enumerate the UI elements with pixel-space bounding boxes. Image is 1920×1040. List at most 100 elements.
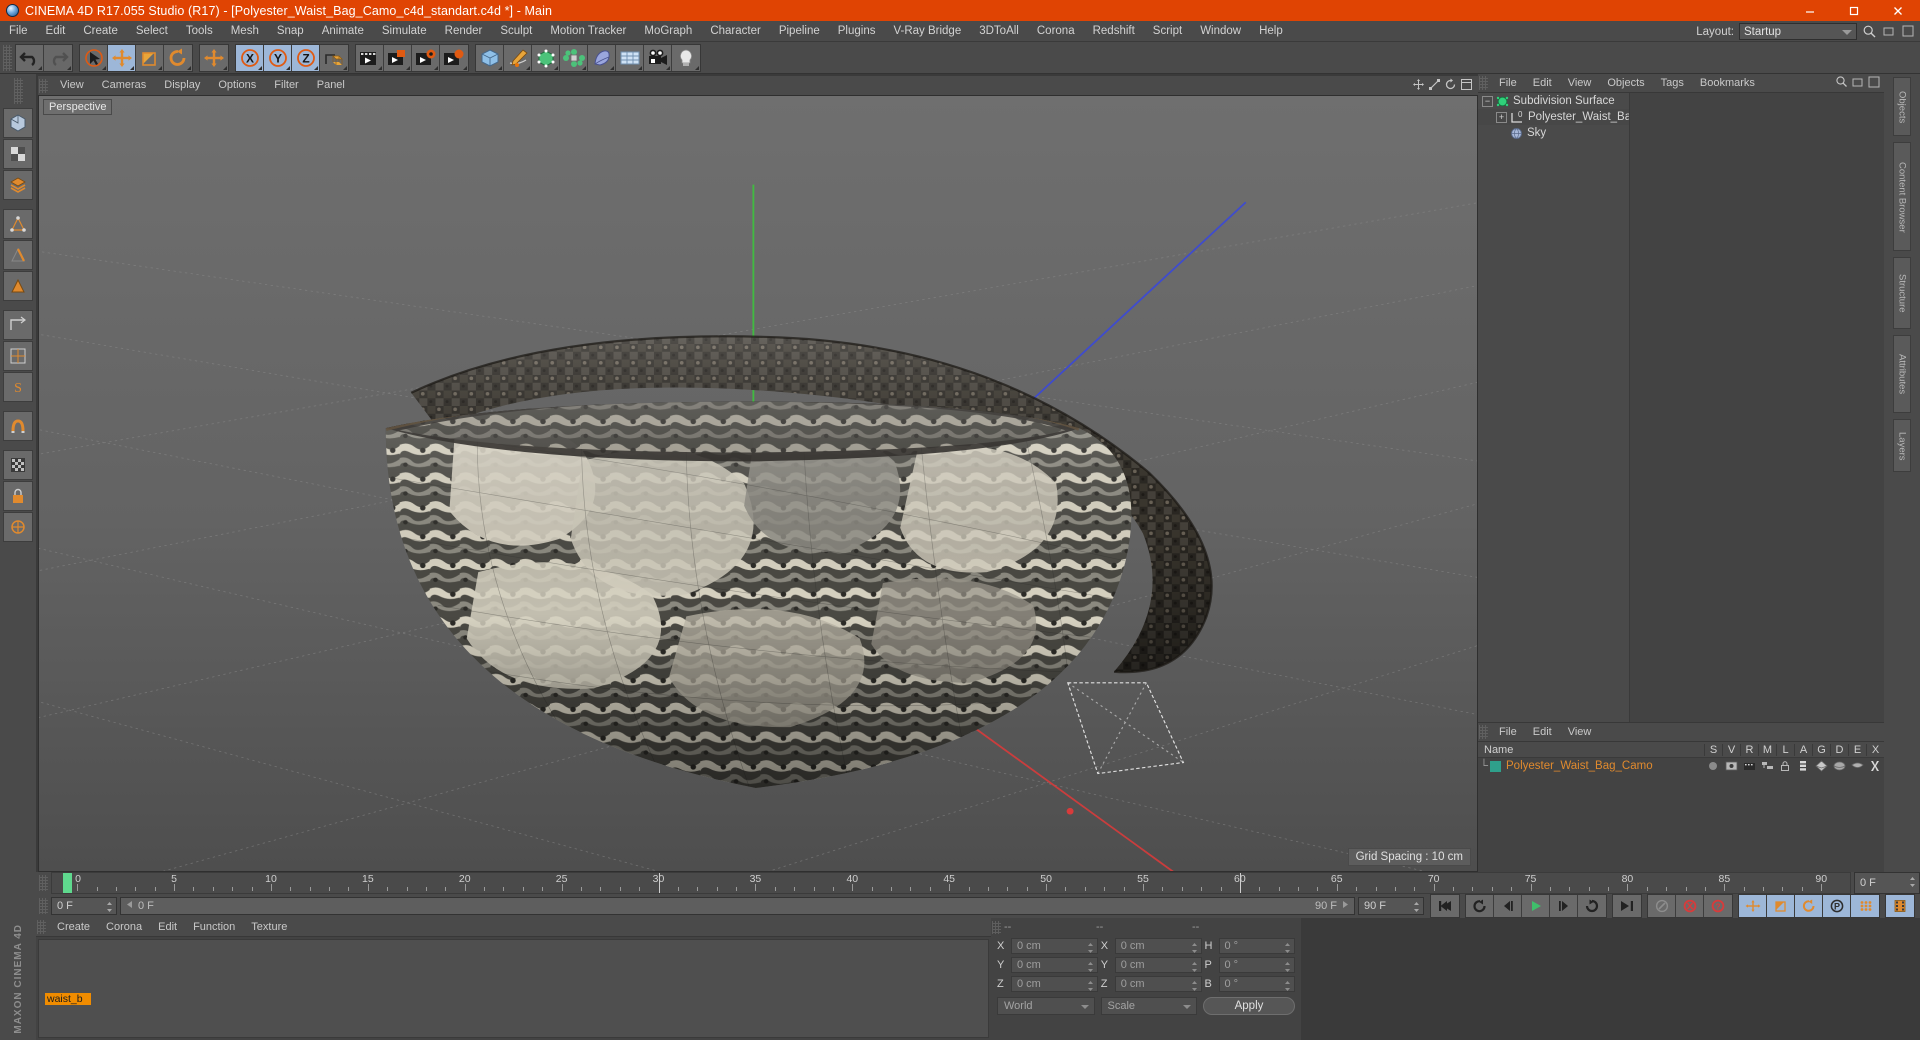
mode-model-icon[interactable] xyxy=(3,170,33,200)
axis-z-icon[interactable]: Z xyxy=(292,44,320,71)
attribute-column-s[interactable]: S xyxy=(1704,743,1722,756)
spinner-icon[interactable] xyxy=(1284,961,1291,973)
spinner-icon[interactable] xyxy=(1413,901,1420,913)
spline-pen-icon[interactable] xyxy=(504,44,532,71)
layout-dropdown[interactable]: Startup xyxy=(1739,23,1857,40)
coordinate-mode-select[interactable]: Scale xyxy=(1100,997,1197,1015)
attribute-column-m[interactable]: M xyxy=(1758,743,1776,756)
restore-panel-icon[interactable] xyxy=(1883,25,1897,39)
left-toolbar-grip[interactable] xyxy=(13,78,23,104)
mode-texture-icon[interactable] xyxy=(3,139,33,169)
world-coordinates-icon[interactable] xyxy=(320,44,348,71)
viewport-maximize-icon[interactable] xyxy=(1460,78,1473,94)
om-maximize-icon[interactable] xyxy=(1868,76,1880,91)
spinner-icon[interactable] xyxy=(1191,980,1198,992)
enable-axis-icon[interactable] xyxy=(3,512,33,542)
magnifier-icon[interactable] xyxy=(1862,24,1878,40)
viewport-solo-icon[interactable] xyxy=(3,450,33,480)
transport-grip[interactable] xyxy=(39,898,48,914)
mat-menu-create[interactable]: Create xyxy=(49,918,98,937)
right-tab-layers[interactable]: Layers xyxy=(1893,419,1911,473)
viewport-scale-icon[interactable] xyxy=(1428,78,1441,94)
object-manager-grip[interactable] xyxy=(1479,76,1488,90)
menu-item-file[interactable]: File xyxy=(0,21,37,42)
camera-icon[interactable] xyxy=(644,44,672,71)
attribute-column-r[interactable]: R xyxy=(1740,743,1758,756)
loop-icon[interactable] xyxy=(1578,895,1606,917)
menu-item-mograph[interactable]: MoGraph xyxy=(635,21,701,42)
expression-icon[interactable] xyxy=(1848,760,1866,772)
text-tool-icon[interactable]: S xyxy=(3,372,33,402)
position-key-icon[interactable] xyxy=(1739,895,1767,917)
spinner-icon[interactable] xyxy=(1087,980,1094,992)
spinner-icon[interactable] xyxy=(106,901,113,913)
menu-item-plugins[interactable]: Plugins xyxy=(829,21,885,42)
array-modeling-icon[interactable] xyxy=(560,44,588,71)
om-menu-edit[interactable]: Edit xyxy=(1525,74,1560,93)
viewport-menu-panel[interactable]: Panel xyxy=(308,76,354,95)
menu-item-tools[interactable]: Tools xyxy=(177,21,222,42)
coord-size-field[interactable]: 0 cm xyxy=(1114,976,1202,992)
play-reverse-icon[interactable] xyxy=(1466,895,1494,917)
object-tree[interactable]: −Subdivision Surface✓+0Polyester_Waist_B… xyxy=(1478,93,1884,722)
spinner-icon[interactable] xyxy=(1087,961,1094,973)
multipass-icon[interactable] xyxy=(1758,760,1776,772)
mode-point-icon[interactable] xyxy=(3,209,33,239)
coord-rotation-field[interactable]: 0 ° xyxy=(1218,976,1295,992)
timeline-frame-field[interactable]: 0 F xyxy=(1854,872,1920,894)
step-back-icon[interactable] xyxy=(1494,895,1522,917)
om-menu-objects[interactable]: Objects xyxy=(1599,74,1652,93)
spinner-icon[interactable] xyxy=(1087,942,1094,954)
attribute-column-g[interactable]: G xyxy=(1812,743,1830,756)
cube-primitive-icon[interactable] xyxy=(476,44,504,71)
scale-key-icon[interactable] xyxy=(1767,895,1795,917)
menu-item-create[interactable]: Create xyxy=(74,21,127,42)
am-menu-edit[interactable]: Edit xyxy=(1525,723,1560,742)
keyframe-selection-icon[interactable]: ? xyxy=(1704,895,1732,917)
timeline-ruler[interactable]: 051015202530354045505560657075808590 xyxy=(51,872,1851,894)
scale-icon[interactable] xyxy=(136,44,164,71)
range-next-icon[interactable] xyxy=(1341,900,1350,912)
play-icon[interactable] xyxy=(1522,895,1550,917)
redo-icon[interactable] xyxy=(44,44,72,71)
spinner-icon[interactable] xyxy=(1191,942,1198,954)
coord-position-field[interactable]: 0 cm xyxy=(1011,957,1098,973)
om-restore-icon[interactable] xyxy=(1852,76,1864,91)
menu-item-script[interactable]: Script xyxy=(1144,21,1191,42)
spinner-icon[interactable] xyxy=(1284,980,1291,992)
menu-item-animate[interactable]: Animate xyxy=(313,21,373,42)
coordinates-grip[interactable] xyxy=(992,920,1001,934)
menu-item-sculpt[interactable]: Sculpt xyxy=(491,21,541,42)
range-prev-icon[interactable] xyxy=(125,900,134,912)
render-view-icon[interactable] xyxy=(356,44,384,71)
parameter-key-icon[interactable]: P xyxy=(1823,895,1851,917)
viewport-menu-grip[interactable] xyxy=(39,78,48,93)
axis-lock-icon[interactable] xyxy=(3,481,33,511)
xref-icon[interactable] xyxy=(1866,760,1884,772)
mat-menu-function[interactable]: Function xyxy=(185,918,243,937)
attribute-column-d[interactable]: D xyxy=(1830,743,1848,756)
record-active-objects-icon[interactable] xyxy=(1648,895,1676,917)
mat-menu-texture[interactable]: Texture xyxy=(243,918,295,937)
axis-x-icon[interactable]: X xyxy=(236,44,264,71)
coord-size-field[interactable]: 0 cm xyxy=(1114,938,1202,954)
goto-start-icon[interactable] xyxy=(1431,895,1459,917)
menu-item-select[interactable]: Select xyxy=(127,21,177,42)
viewport-rotate-icon[interactable] xyxy=(1444,78,1457,94)
live-selection-icon[interactable] xyxy=(80,44,108,71)
nurbs-icon[interactable] xyxy=(532,44,560,71)
shadow-icon[interactable] xyxy=(1704,760,1722,772)
render-region-icon[interactable] xyxy=(384,44,412,71)
animation-icon[interactable] xyxy=(1794,760,1812,772)
mat-menu-corona[interactable]: Corona xyxy=(98,918,150,937)
close-button[interactable] xyxy=(1876,0,1920,21)
timeline-playhead[interactable] xyxy=(62,873,72,893)
point-level-animation-icon[interactable] xyxy=(1851,895,1879,917)
mode-polygon-icon[interactable] xyxy=(3,271,33,301)
menu-item-window[interactable]: Window xyxy=(1191,21,1250,42)
expander-expand-icon[interactable]: + xyxy=(1496,111,1507,123)
move-alt-icon[interactable] xyxy=(200,44,228,71)
menu-item-redshift[interactable]: Redshift xyxy=(1084,21,1144,42)
coord-size-field[interactable]: 0 cm xyxy=(1114,957,1202,973)
material-chip[interactable]: waist_b xyxy=(45,946,91,1005)
